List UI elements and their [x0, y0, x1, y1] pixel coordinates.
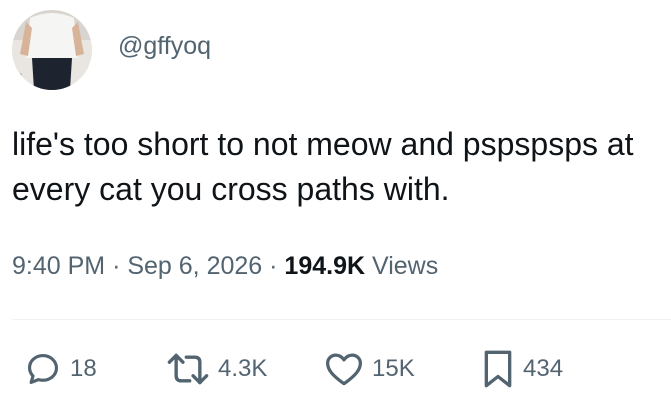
views-count: 194.9K [284, 252, 366, 280]
reply-count: 18 [70, 355, 97, 382]
avatar-image: 2l [12, 10, 92, 90]
meta-separator: · [269, 252, 278, 280]
views-label: Views [372, 252, 439, 280]
heart-icon [324, 351, 364, 387]
tweet-text: life's too short to not meow and pspspsp… [12, 126, 634, 207]
tweet-meta: 9:40 PM · Sep 6, 2026 · 194.9K Views [12, 252, 438, 281]
avatar[interactable]: 2l [12, 10, 92, 90]
reply-icon [24, 350, 62, 388]
like-button[interactable]: 15K [324, 344, 415, 394]
bookmark-button[interactable]: 434 [481, 344, 563, 394]
bookmark-count: 434 [523, 355, 564, 382]
tweet-header: 2l @gffyoq [12, 10, 211, 90]
bookmark-icon [481, 349, 515, 389]
retweet-icon [166, 350, 210, 388]
svg-text:2l: 2l [14, 73, 22, 83]
retweet-count: 4.3K [218, 355, 268, 382]
tweet-time[interactable]: 9:40 PM [12, 252, 105, 280]
tweet-date[interactable]: Sep 6, 2026 [127, 252, 262, 280]
like-count: 15K [372, 355, 415, 382]
divider [12, 319, 671, 320]
retweet-button[interactable]: 4.3K [166, 344, 267, 394]
user-handle[interactable]: @gffyoq [118, 32, 211, 61]
reply-button[interactable]: 18 [24, 344, 97, 394]
meta-separator: · [112, 252, 121, 280]
action-bar: 18 4.3K 15K 434 [0, 344, 671, 394]
